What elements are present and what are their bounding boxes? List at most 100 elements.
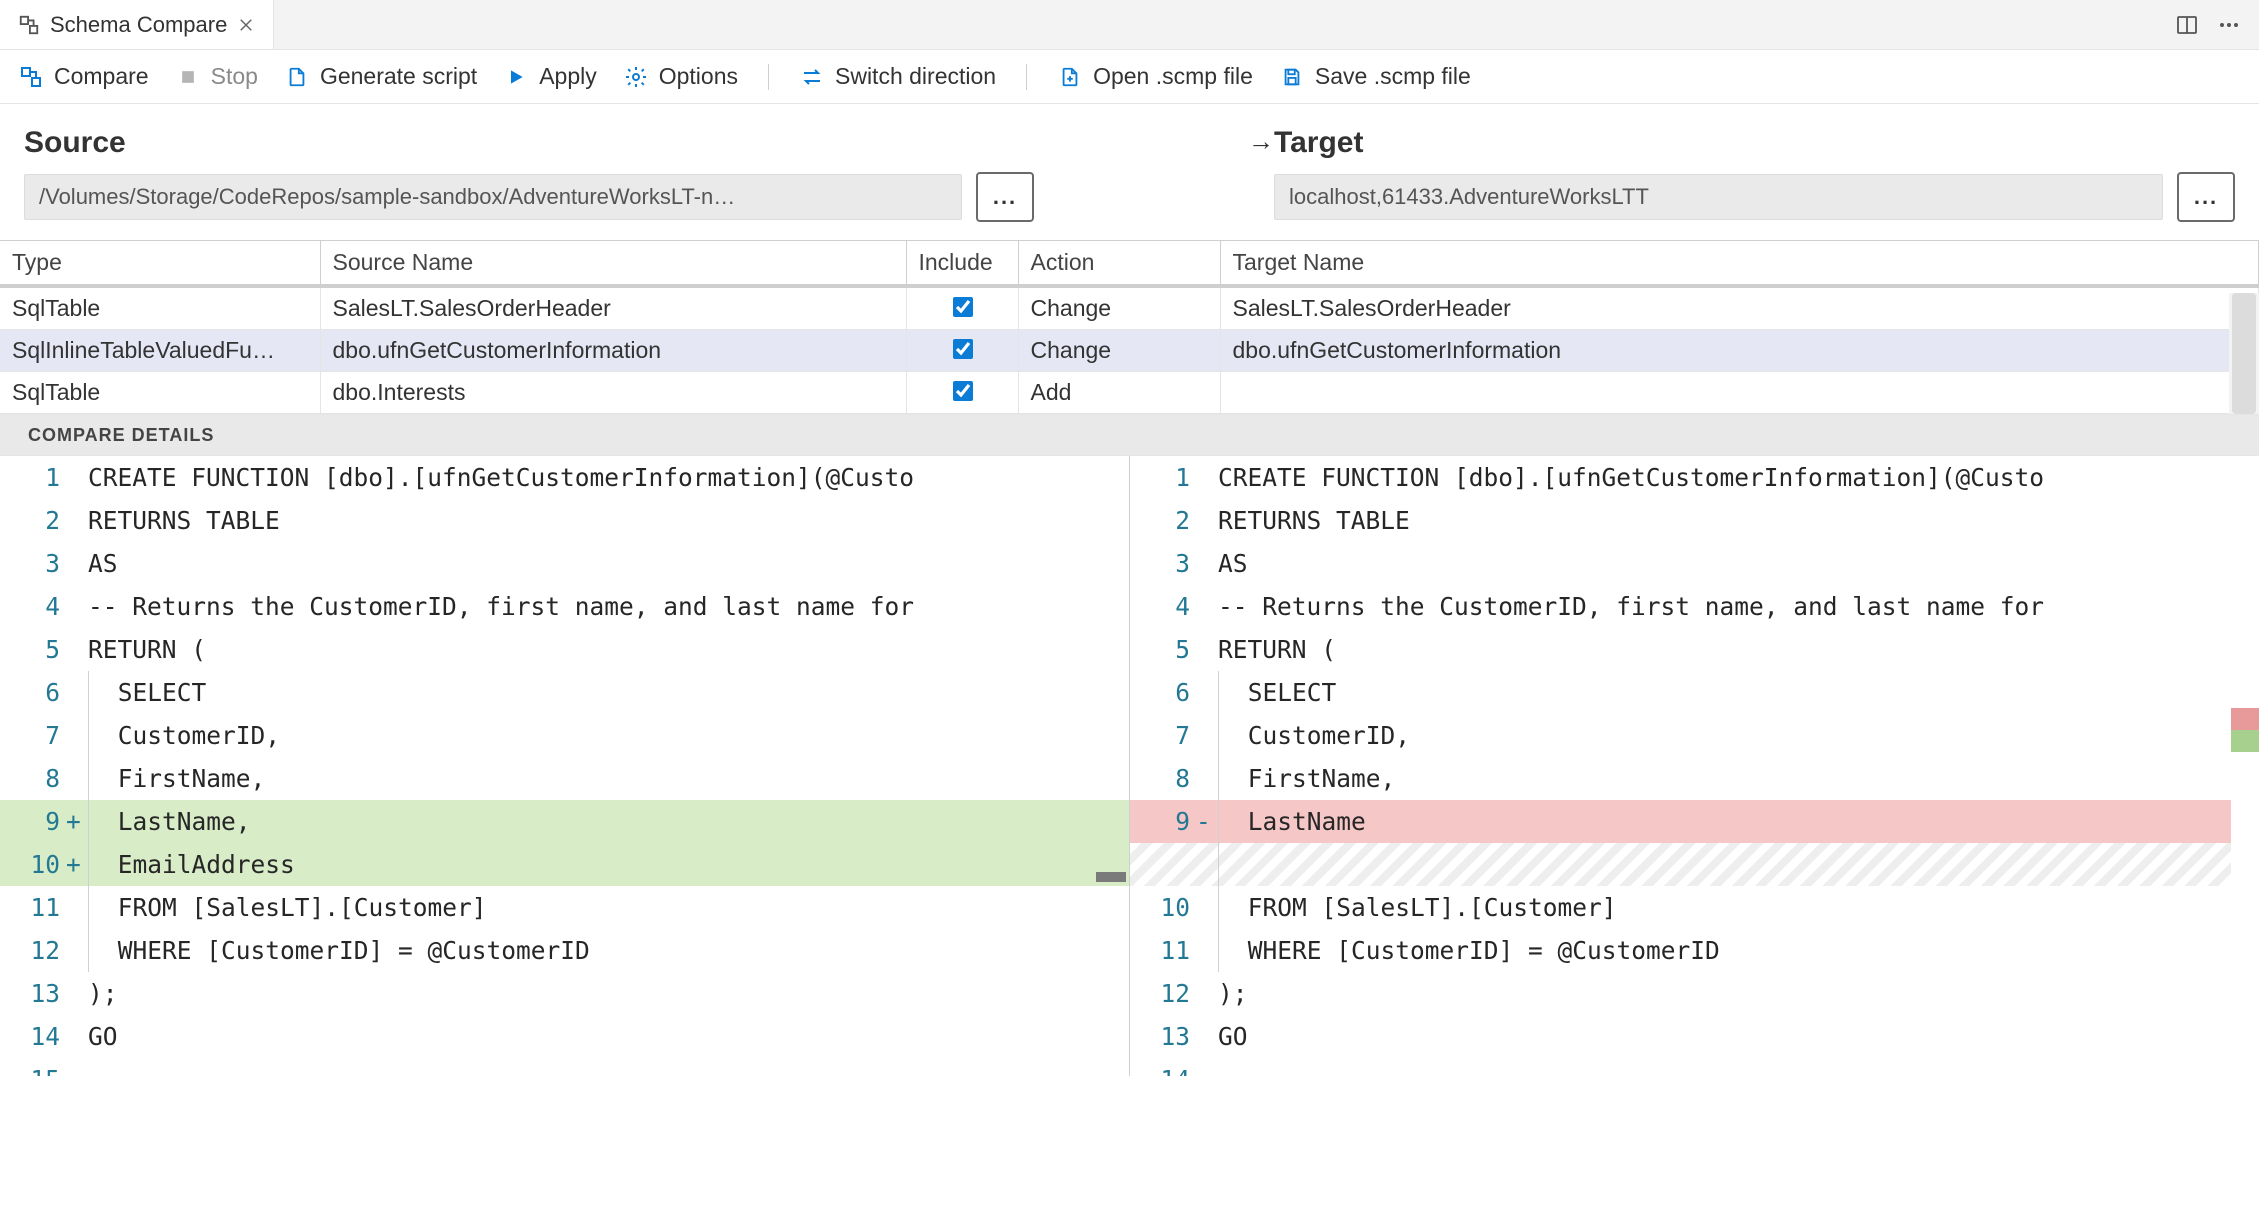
table-row[interactable]: SqlTableSalesLT.SalesOrderHeaderChangeSa…	[0, 286, 2259, 330]
indent-guide	[1218, 714, 1233, 757]
tab-bar: Schema Compare	[0, 0, 2259, 50]
toolbar-label: Switch direction	[835, 63, 996, 90]
indent-guide	[88, 757, 103, 800]
switch-direction-button[interactable]: Switch direction	[799, 63, 996, 90]
line-number: 7	[0, 714, 66, 757]
toolbar-label: Open .scmp file	[1093, 63, 1253, 90]
line-number: 1	[1130, 456, 1196, 499]
include-checkbox[interactable]	[953, 381, 973, 401]
code-text: WHERE [CustomerID] = @CustomerID	[103, 929, 590, 972]
line-number: 2	[1130, 499, 1196, 542]
save-scmp-button[interactable]: Save .scmp file	[1279, 63, 1471, 90]
compare-button[interactable]: Compare	[18, 63, 149, 90]
header-source-name[interactable]: Source Name	[320, 241, 906, 287]
code-text: FROM [SalesLT].[Customer]	[1233, 886, 1617, 929]
code-text: -- Returns the CustomerID, first name, a…	[1218, 585, 2044, 628]
direction-arrow: →	[1034, 126, 1274, 165]
arrow-right-icon: →	[1248, 126, 1274, 157]
indent-guide	[1218, 843, 1233, 886]
close-icon[interactable]	[237, 16, 255, 34]
generate-script-button[interactable]: Generate script	[284, 63, 477, 90]
diff-pane-target[interactable]: 1CREATE FUNCTION [dbo].[ufnGetCustomerIn…	[1130, 456, 2259, 1076]
table-scrollbar[interactable]	[2229, 293, 2259, 414]
gear-icon	[623, 64, 649, 90]
target-heading: Target	[1274, 126, 2235, 160]
apply-button[interactable]: Apply	[503, 63, 597, 90]
target-browse-button[interactable]: ...	[2177, 172, 2235, 222]
more-icon[interactable]	[2217, 13, 2241, 37]
compare-icon	[18, 14, 40, 36]
code-line: 5 RETURN (	[0, 628, 1129, 671]
code-line: 9- LastName	[1130, 800, 2259, 843]
include-checkbox[interactable]	[953, 297, 973, 317]
cell-target-name	[1220, 372, 2259, 414]
code-line: 3AS	[1130, 542, 2259, 585]
cell-type: SqlInlineTableValuedFu…	[0, 330, 320, 372]
options-button[interactable]: Options	[623, 63, 738, 90]
cell-type: SqlTable	[0, 286, 320, 330]
table-row[interactable]: SqlInlineTableValuedFu… dbo.ufnGetCustome…	[0, 330, 2259, 372]
indent-guide	[88, 886, 103, 929]
line-number: 3	[0, 542, 66, 585]
line-number: 12	[0, 929, 66, 972]
code-line: 7 CustomerID,	[0, 714, 1129, 757]
line-number: 10	[1130, 886, 1196, 929]
tab-schema-compare[interactable]: Schema Compare	[0, 0, 274, 49]
code-line: 1 CREATE FUNCTION [dbo].[ufnGetCustomerIn…	[0, 456, 1129, 499]
cell-target-name: dbo.ufnGetCustomerInformation	[1220, 330, 2259, 372]
code-text: GO	[1218, 1015, 1248, 1058]
line-number: 1	[0, 456, 66, 499]
code-text: AS	[88, 542, 118, 585]
header-include[interactable]: Include	[906, 241, 1018, 287]
indent-guide	[1218, 886, 1233, 929]
save-icon	[1279, 64, 1305, 90]
code-text: FROM [SalesLT].[Customer]	[103, 886, 487, 929]
indent-guide	[88, 929, 103, 972]
code-line: 4 -- Returns the CustomerID, first name, …	[1130, 585, 2259, 628]
line-number: 11	[1130, 929, 1196, 972]
line-number: 11	[0, 886, 66, 929]
line-number: 4	[1130, 585, 1196, 628]
header-target-name[interactable]: Target Name	[1220, 241, 2259, 287]
toolbar-label: Stop	[211, 63, 258, 90]
split-editor-icon[interactable]	[2175, 13, 2199, 37]
include-checkbox[interactable]	[953, 339, 973, 359]
code-line: 1CREATE FUNCTION [dbo].[ufnGetCustomerIn…	[1130, 456, 2259, 499]
tab-group: Schema Compare	[0, 0, 274, 49]
code-line: 9+ LastName,	[0, 800, 1129, 843]
code-line	[1130, 843, 2259, 886]
code-line: 11 WHERE [CustomerID] = @CustomerID	[1130, 929, 2259, 972]
toolbar-separator	[768, 64, 769, 90]
open-scmp-button[interactable]: Open .scmp file	[1057, 63, 1253, 90]
line-number: 9	[0, 800, 66, 843]
scrollbar-thumb[interactable]	[2232, 293, 2256, 414]
play-icon	[503, 64, 529, 90]
header-action[interactable]: Action	[1018, 241, 1220, 287]
source-input[interactable]: /Volumes/Storage/CodeRepos/sample-sandbo…	[24, 174, 962, 220]
indent-guide	[1218, 671, 1233, 714]
stop-button: Stop	[175, 63, 258, 90]
code-line: 3 AS	[0, 542, 1129, 585]
minimap[interactable]	[2231, 456, 2259, 1076]
code-line: 12);	[1130, 972, 2259, 1015]
source-browse-button[interactable]: ...	[976, 172, 1034, 222]
table-row[interactable]: SqlTabledbo.InterestsAdd	[0, 372, 2259, 414]
line-number: 2	[0, 499, 66, 542]
target-input[interactable]: localhost,61433.AdventureWorksLTT	[1274, 174, 2163, 220]
code-line: 4-- Returns the CustomerID, first name, …	[0, 585, 1129, 628]
overview-sash-left[interactable]	[1096, 872, 1126, 882]
line-number: 5	[0, 628, 66, 671]
code-text: RETURN (	[88, 628, 206, 671]
stop-icon	[175, 64, 201, 90]
code-line: 14	[1130, 1058, 2259, 1076]
code-text: LastName,	[103, 800, 251, 843]
code-text: CREATE FUNCTION [dbo].[ufnGetCustomerInf…	[88, 456, 914, 499]
comparison-table-wrap: Type Source Name Include Action Target N…	[0, 240, 2259, 414]
header-type[interactable]: Type	[0, 241, 320, 287]
code-line: 8 FirstName,	[1130, 757, 2259, 800]
line-number: 14	[1130, 1058, 1196, 1076]
code-line: 7 CustomerID,	[1130, 714, 2259, 757]
code-line: 15	[0, 1058, 1129, 1076]
diff-pane-source[interactable]: 1 CREATE FUNCTION [dbo].[ufnGetCustomerIn…	[0, 456, 1130, 1076]
code-text: );	[88, 972, 118, 1015]
